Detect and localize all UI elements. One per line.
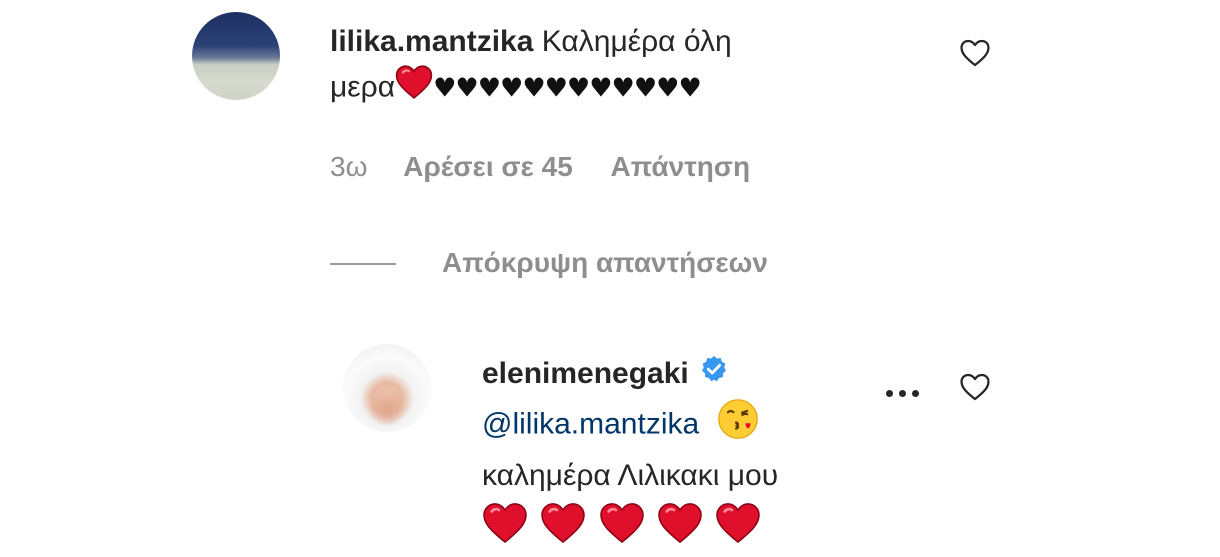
black-hearts-text: ♥♥♥♥♥♥♥♥♥♥♥♥	[433, 73, 702, 104]
more-options-button[interactable]	[886, 384, 925, 402]
comment-2-body: elenimenegaki @lilika.mantzika καλημέρα …	[482, 352, 902, 557]
red-heart-icon	[541, 503, 586, 544]
comment-2-hearts	[482, 502, 902, 557]
comment-1-reply-button[interactable]: Απάντηση	[611, 151, 751, 182]
verified-badge-icon	[699, 353, 729, 397]
comment-1-meta: 3ω Αρέσει σε 45 Απάντηση	[330, 150, 750, 184]
hide-replies-button[interactable]: Απόκρυψη απαντήσεων	[442, 246, 768, 280]
avatar-lilika[interactable]	[192, 12, 280, 100]
heart-outline-icon	[960, 373, 990, 401]
avatar-elenimenegaki[interactable]	[343, 344, 431, 432]
heart-outline-icon	[960, 39, 990, 67]
red-heart-icon	[395, 64, 433, 113]
replies-divider	[330, 263, 396, 265]
red-heart-icon	[599, 503, 644, 544]
like-button-comment-1[interactable]	[958, 36, 992, 75]
red-heart-icon	[716, 503, 761, 544]
comment-1-likes[interactable]: Αρέσει σε 45	[403, 151, 573, 182]
comment-1-text-line2: μερα	[330, 70, 396, 104]
comment-1-body: lilika.mantzika Καλημέρα όλη μερα ♥♥♥♥♥♥…	[330, 20, 970, 113]
comment-1-text-line1: Καλημέρα όλη	[541, 25, 732, 58]
kiss-face-icon	[716, 397, 760, 454]
comment-1-time[interactable]: 3ω	[330, 151, 367, 182]
comment-2-text: καλημέρα Λιλικακι μου	[482, 459, 779, 493]
mention-link[interactable]: @lilika.mantzika	[482, 408, 699, 441]
dot-icon	[912, 390, 919, 397]
red-heart-icon	[658, 503, 702, 544]
like-button-comment-2[interactable]	[958, 370, 992, 409]
comment-1-username[interactable]: lilika.mantzika	[330, 25, 533, 58]
comment-2-username[interactable]: elenimenegaki	[482, 357, 689, 390]
dot-icon	[899, 390, 906, 397]
red-heart-icon	[483, 503, 527, 544]
dot-icon	[886, 390, 893, 397]
